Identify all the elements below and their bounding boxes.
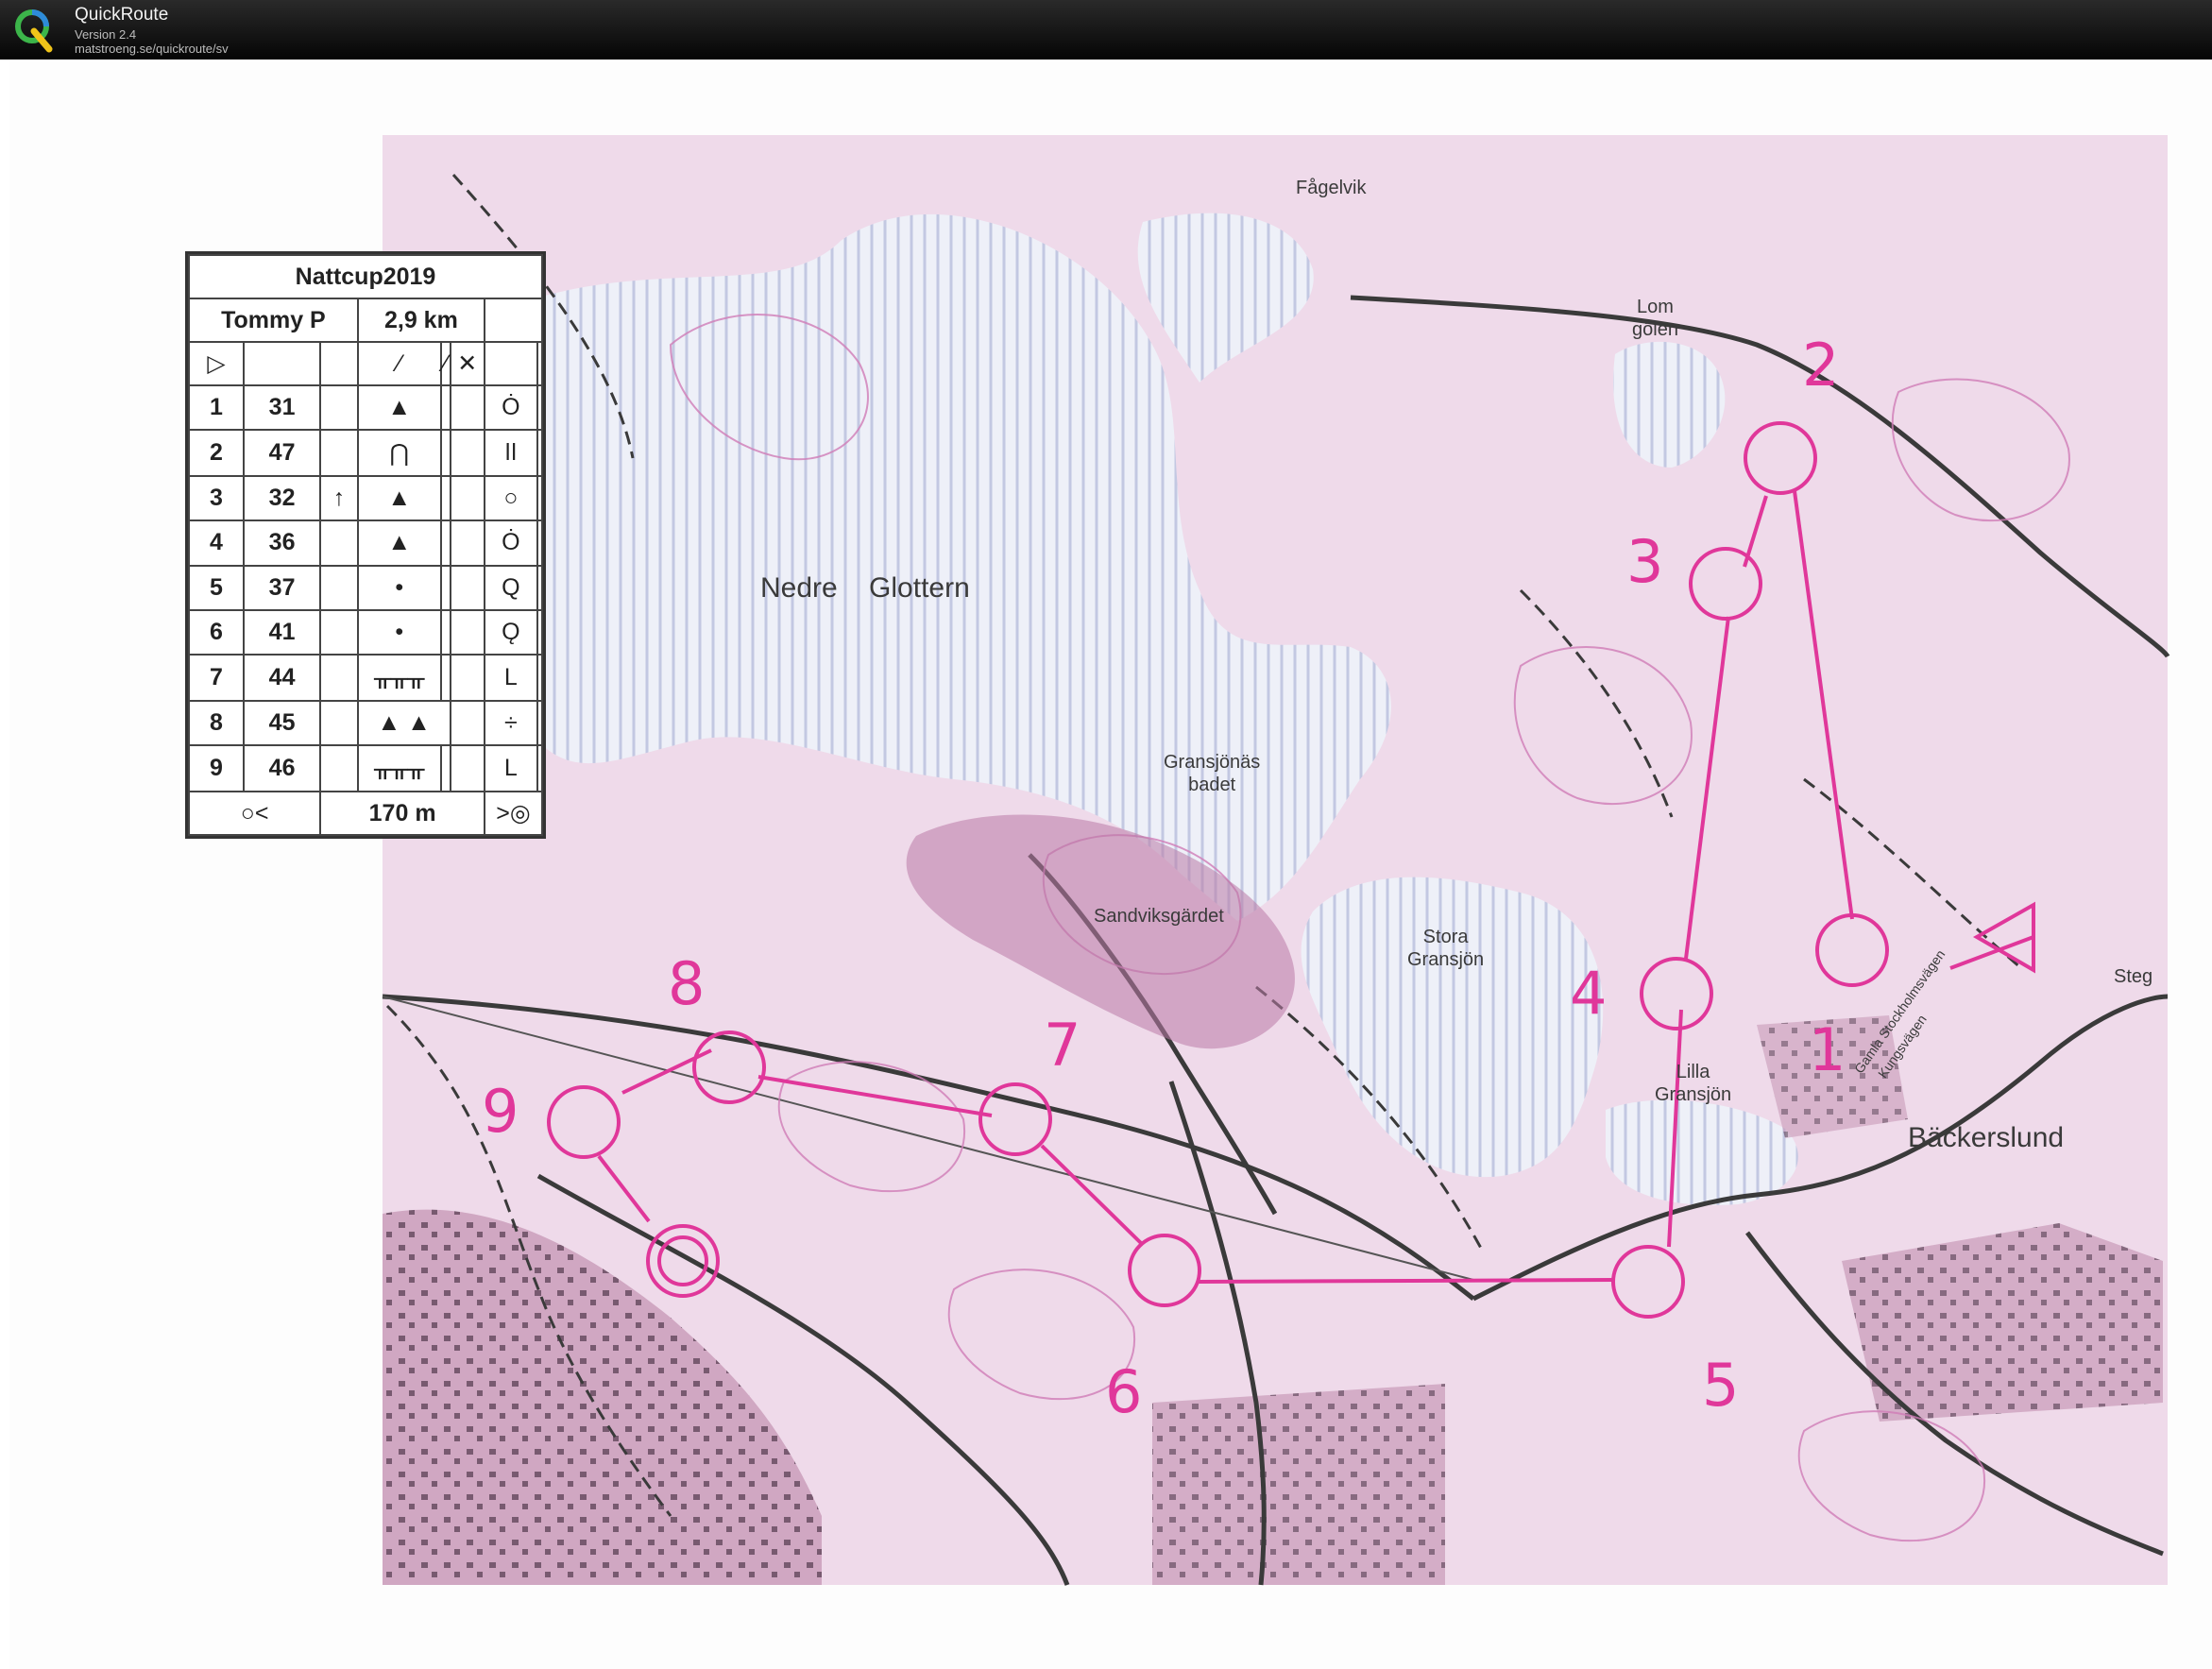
control-number-8: 8 xyxy=(668,949,706,1018)
finish-start-icon: ○< xyxy=(187,791,322,836)
description-row: 5 37 • Q xyxy=(188,564,544,611)
label-lilla-gransjon: Lilla Gransjön xyxy=(1655,1062,1732,1105)
description-row: 3 32 ↑ ▲ ○ xyxy=(188,475,544,522)
control-number-9: 9 xyxy=(482,1077,519,1146)
description-row: 2 47 ⋂ ǀǀ xyxy=(188,429,544,478)
arrow-up-icon: ↑ xyxy=(319,475,359,522)
control-number-4: 4 xyxy=(1570,959,1608,1028)
title-bar: QuickRoute Version 2.4 matstroeng.se/qui… xyxy=(0,0,2212,60)
control-number-2: 2 xyxy=(1802,331,1840,400)
urban-area-south xyxy=(1152,1384,1445,1585)
label-stora-gransjon: Stora Gransjön xyxy=(1407,927,1485,970)
course-length: 2,9 km xyxy=(356,298,485,343)
app-version: Version 2.4 xyxy=(75,27,137,42)
finish-distance: 170 m xyxy=(319,791,485,836)
description-row: 8 45 ▲ ▲ ÷ xyxy=(188,699,544,747)
map-viewport[interactable]: Nedre Glottern Fågelvik Lom gölen Gransj… xyxy=(9,61,2212,1669)
dashed-line-icon: ⁄ xyxy=(439,341,451,386)
description-row: 6 41 • Ǫ xyxy=(188,608,544,656)
description-row: 9 46 ᚂᚂᚂ L xyxy=(188,744,544,792)
quickroute-logo-icon xyxy=(15,9,53,53)
control-number-6: 6 xyxy=(1105,1357,1143,1426)
app-name: QuickRoute xyxy=(75,5,169,25)
description-row: 7 44 ᚂᚂᚂ L xyxy=(188,654,544,702)
label-nedre-glottern: Nedre Glottern xyxy=(760,572,970,604)
control-number-5: 5 xyxy=(1702,1351,1740,1420)
runner-name: Tommy P xyxy=(188,298,359,343)
event-name: Nattcup2019 xyxy=(188,254,543,299)
label-steg: Steg xyxy=(2114,966,2153,987)
cross-icon: ✕ xyxy=(449,341,485,386)
control-number-7: 7 xyxy=(1044,1011,1081,1080)
dashed-line-icon: ⁄ xyxy=(356,341,442,386)
finish-end-icon: >◎ xyxy=(483,791,544,836)
start-symbol: ▷ xyxy=(188,341,245,386)
label-gransjonas-badet: Gransjönäs badet xyxy=(1164,752,1261,795)
control-description-sheet: Nattcup2019 Tommy P 2,9 km ▷ ⁄ ⁄ ✕ 1 31 ▲ Ȯ… xyxy=(185,251,546,839)
app-url: matstroeng.se/quickroute/sv xyxy=(75,42,229,56)
label-fagelvik: Fågelvik xyxy=(1296,178,1367,198)
label-sandviksgardet: Sandviksgärdet xyxy=(1094,906,1224,927)
label-lom-golen: Lom gölen xyxy=(1632,297,1678,340)
label-backerslund: Bäckerslund xyxy=(1908,1122,2065,1153)
description-row: 1 31 ▲ Ȯ xyxy=(188,383,544,432)
control-number-3: 3 xyxy=(1626,527,1664,596)
control-number-1: 1 xyxy=(1809,1015,1846,1084)
description-row: 4 36 ▲ Ȯ xyxy=(188,519,544,567)
